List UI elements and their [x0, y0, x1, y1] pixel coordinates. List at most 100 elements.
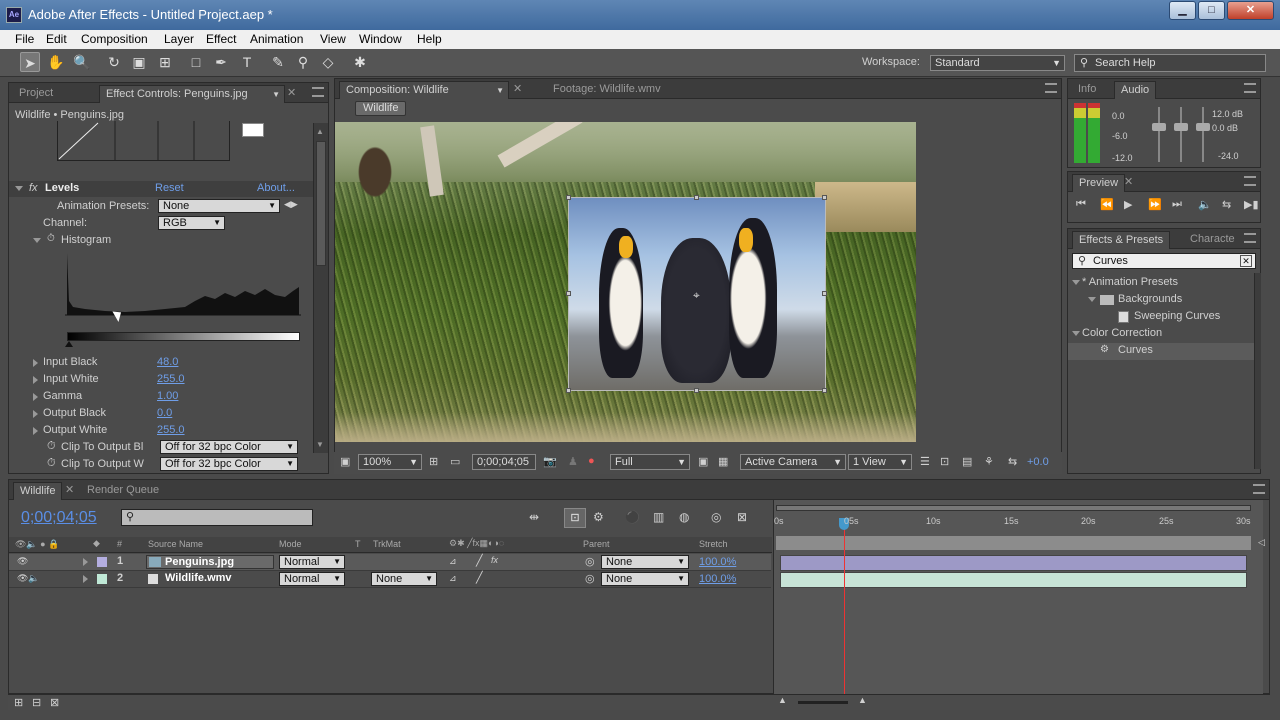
graph-editor-icon[interactable]: ⊠ [737, 510, 747, 524]
current-time-indicator[interactable] [844, 518, 845, 694]
zoom-in-icon[interactable]: ▲ [858, 695, 867, 705]
panel-menu-icon[interactable] [1045, 83, 1057, 93]
trkmat-dropdown[interactable]: None ▼ [371, 572, 437, 586]
menu-view[interactable]: View [320, 32, 346, 46]
clip-dropdown[interactable]: Off for 32 bpc Color ▼ [160, 457, 298, 471]
zoom-out-icon[interactable]: ▲ [778, 695, 787, 705]
transform-handle[interactable] [822, 388, 827, 393]
show-snapshot-icon[interactable]: ♟ [568, 455, 578, 468]
scroll-up-icon[interactable]: ▲ [316, 127, 324, 136]
motion-blur-icon[interactable]: ◍ [679, 510, 689, 524]
penguins-layer[interactable]: ⌖ [568, 197, 826, 391]
always-preview-icon[interactable]: ▣ [340, 455, 350, 468]
panel-menu-icon[interactable] [1253, 484, 1265, 494]
comp-breadcrumb-button[interactable]: Wildlife [355, 101, 407, 116]
menu-help[interactable]: Help [417, 32, 442, 46]
toggle-panes-icon[interactable]: ⊠ [50, 696, 59, 709]
tab-footage[interactable]: Footage: Wildlife.wmv [547, 81, 667, 99]
about-link[interactable]: About... [257, 182, 295, 194]
maximize-button[interactable]: □ [1198, 1, 1225, 20]
pickwhip-icon[interactable]: ◎ [585, 555, 595, 568]
collapse-triangle-icon[interactable] [15, 186, 23, 191]
comp-button-icon[interactable]: ◁ [1258, 537, 1265, 548]
loop-icon[interactable]: ⇆ [1222, 198, 1231, 211]
tree-toggle-icon[interactable] [1088, 297, 1096, 302]
audio-toggle-icon[interactable]: 🔈 [1198, 198, 1212, 211]
layer-bar-wildlife[interactable] [780, 572, 1247, 588]
tree-toggle-icon[interactable] [1072, 331, 1080, 336]
tab-preview[interactable]: Preview [1072, 174, 1126, 192]
tree-toggle-icon[interactable] [1072, 280, 1080, 285]
exposure-value[interactable]: +0.0 [1027, 456, 1049, 468]
tab-effects-presets[interactable]: Effects & Presets [1072, 231, 1171, 249]
audio-slider-handle[interactable] [1152, 123, 1166, 131]
param-row[interactable]: Output Black 0.0 [9, 406, 313, 423]
effects-search-input[interactable]: ⚲ Curves ✕ [1072, 253, 1256, 269]
tab-render-queue[interactable]: Render Queue [81, 482, 165, 500]
table-row[interactable]: 👁🔈 2 Wildlife.wmv Normal ▼ None ▼ ⊿ ╱ ◎ No… [9, 571, 771, 588]
histogram-graph[interactable] [65, 251, 301, 317]
reset-link[interactable]: Reset [155, 182, 184, 194]
quality-switch-icon[interactable]: ╱ [476, 571, 483, 584]
menu-window[interactable]: Window [359, 32, 402, 46]
toggle-modes-icon[interactable]: ⊟ [32, 696, 41, 709]
levels-effect-header[interactable]: fx Levels Reset About... [9, 181, 313, 197]
channel-icon[interactable]: ● [588, 455, 595, 467]
transform-handle[interactable] [822, 291, 827, 296]
stopwatch-icon[interactable]: ⏱ [47, 440, 56, 453]
time-navigator[interactable] [776, 505, 1251, 511]
minimize-button[interactable]: ▁ [1169, 1, 1196, 20]
transform-handle[interactable] [566, 195, 571, 200]
label-color-swatch[interactable] [97, 557, 107, 567]
grid-icon[interactable]: ⊞ [429, 455, 438, 468]
param-value[interactable]: 255.0 [157, 373, 185, 385]
transform-handle[interactable] [694, 195, 699, 200]
tree-item[interactable]: Backgrounds [1068, 292, 1254, 309]
expand-triangle-icon[interactable] [33, 427, 38, 435]
close-tab-icon[interactable]: ✕ [287, 86, 296, 99]
effects-scrollbar[interactable] [1254, 273, 1261, 469]
parent-dropdown[interactable]: None ▼ [601, 572, 689, 586]
tab-project[interactable]: Project [13, 85, 59, 103]
visibility-audio-icon[interactable]: 👁🔈 [17, 573, 40, 584]
expand-triangle-icon[interactable] [33, 376, 38, 384]
resolution-dropdown[interactable]: Full ▼ [610, 454, 690, 470]
expand-triangle-icon[interactable] [33, 393, 38, 401]
transform-handle[interactable] [694, 388, 699, 393]
close-tab-icon[interactable]: ✕ [1124, 175, 1133, 188]
expand-triangle-icon[interactable] [33, 359, 38, 367]
rectangle-tool-icon[interactable]: □ [186, 52, 206, 72]
visibility-eye-icon[interactable]: 👁 [17, 556, 28, 567]
zoom-dropdown[interactable]: 100% ▼ [358, 454, 422, 470]
transform-handle[interactable] [566, 291, 571, 296]
prev-frame-icon[interactable]: ⏪ [1100, 198, 1114, 211]
audio-slider-handle[interactable] [1196, 123, 1210, 131]
param-value[interactable]: 1.00 [157, 390, 178, 402]
clip-dropdown[interactable]: Off for 32 bpc Color ▼ [160, 440, 298, 454]
label-color-swatch[interactable] [97, 574, 107, 584]
transparency-grid-icon[interactable]: ▦ [718, 455, 728, 468]
zoom-tool-icon[interactable]: 🔍 [72, 52, 92, 72]
menu-edit[interactable]: Edit [46, 32, 67, 46]
play-icon[interactable]: ▶ [1124, 198, 1132, 211]
fx-switch-icon[interactable]: fx [491, 555, 498, 565]
first-frame-icon[interactable]: ⏮ [1076, 198, 1086, 211]
flowchart-icon[interactable]: ⚘ [984, 455, 994, 468]
param-row[interactable]: Gamma 1.00 [9, 389, 313, 406]
expand-triangle-icon[interactable] [33, 410, 38, 418]
reset-exposure-icon[interactable]: ⇆ [1008, 455, 1017, 468]
clear-search-icon[interactable]: ✕ [1240, 255, 1252, 267]
toggle-pixel-aspect-icon[interactable]: ☰ [920, 455, 930, 468]
live-update-icon[interactable]: ⊡ [564, 508, 586, 528]
close-button[interactable]: ✕ [1227, 1, 1274, 20]
panel-menu-icon[interactable] [1244, 83, 1256, 93]
hide-shy-layers-icon[interactable]: ⚫ [625, 510, 640, 524]
panel-menu-icon[interactable] [1244, 176, 1256, 186]
tree-item-selected[interactable]: ⚙ Curves [1068, 343, 1254, 360]
menu-composition[interactable]: Composition [81, 32, 148, 46]
selection-tool-icon[interactable]: ➤ [20, 52, 40, 72]
timeline-search-input[interactable]: ⚲ [121, 509, 313, 526]
current-time-display[interactable]: 0;00;04;05 [21, 509, 97, 527]
tab-composition[interactable]: Composition: Wildlife ▼ [339, 81, 509, 99]
fx-icon[interactable]: fx [29, 182, 38, 194]
